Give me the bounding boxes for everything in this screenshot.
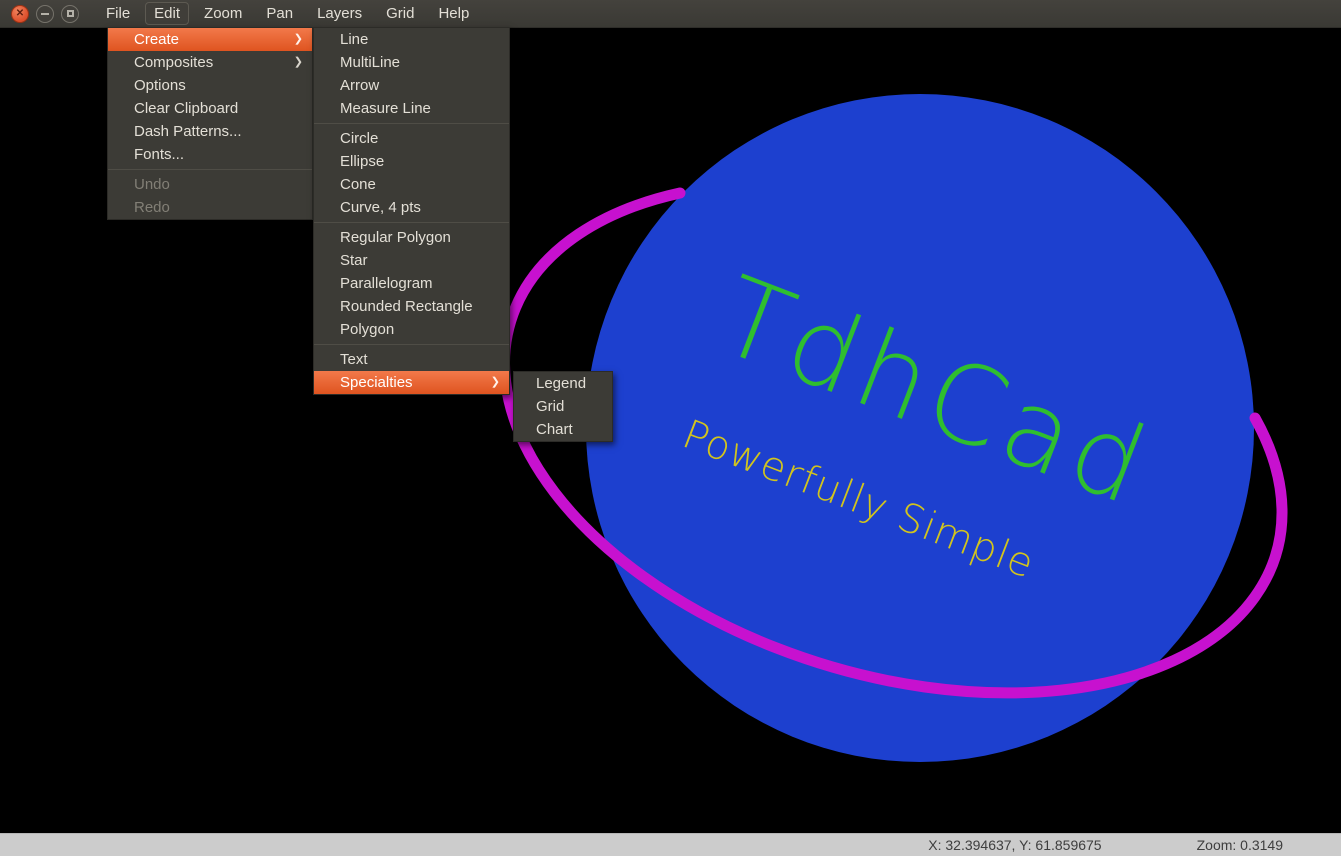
menu-separator	[314, 123, 509, 124]
close-icon: ✕	[15, 7, 25, 19]
window-controls: ✕	[0, 4, 79, 23]
menu-item-label: Grid	[536, 398, 565, 415]
menu-item-create[interactable]: Create ❯	[108, 28, 312, 51]
submenu-arrow-icon: ❯	[490, 376, 500, 388]
menu-item-label: Undo	[134, 176, 170, 193]
menu-item-label: Rounded Rectangle	[340, 298, 473, 315]
menu-item-label: Cone	[340, 176, 376, 193]
menu-item-ellipse[interactable]: Ellipse	[314, 150, 509, 173]
menubar-item-zoom[interactable]: Zoom	[195, 2, 251, 25]
statusbar: X: 32.394637, Y: 61.859675 Zoom: 0.3149	[0, 833, 1341, 856]
create-submenu-panel: Line MultiLine Arrow Measure Line Circle…	[313, 27, 510, 395]
menubar-item-file[interactable]: File	[97, 2, 139, 25]
menu-item-label: Regular Polygon	[340, 229, 451, 246]
menu-item-composites[interactable]: Composites ❯	[108, 51, 312, 74]
menubar-item-pan[interactable]: Pan	[257, 2, 302, 25]
menu-item-label: Measure Line	[340, 100, 431, 117]
menu-separator	[314, 222, 509, 223]
menu-item-options[interactable]: Options	[108, 74, 312, 97]
menu-item-circle[interactable]: Circle	[314, 127, 509, 150]
menu-item-label: Star	[340, 252, 368, 269]
submenu-arrow-icon: ❯	[293, 33, 303, 45]
menu-item-arrow[interactable]: Arrow	[314, 74, 509, 97]
minimize-button[interactable]	[36, 4, 54, 23]
menu-item-label: Redo	[134, 199, 170, 216]
menu-item-label: Clear Clipboard	[134, 100, 239, 117]
minimize-icon	[41, 12, 49, 15]
menu-item-chart[interactable]: Chart	[514, 418, 612, 441]
menu-item-label: Options	[134, 77, 186, 94]
menu-item-multiline[interactable]: MultiLine	[314, 51, 509, 74]
menu-item-regular-polygon[interactable]: Regular Polygon	[314, 226, 509, 249]
menubar-item-edit[interactable]: Edit	[145, 2, 190, 25]
menu-item-label: Dash Patterns...	[134, 123, 242, 140]
menu-item-grid[interactable]: Grid	[514, 395, 612, 418]
menu-item-cone[interactable]: Cone	[314, 173, 509, 196]
specialties-submenu-panel: Legend Grid Chart	[513, 371, 613, 442]
menu-item-measure-line[interactable]: Measure Line	[314, 97, 509, 120]
menu-separator	[108, 169, 312, 170]
menu-item-label: Line	[340, 31, 369, 48]
menu-separator	[314, 344, 509, 345]
cursor-coordinates: X: 32.394637, Y: 61.859675	[928, 837, 1102, 853]
menu-item-label: Arrow	[340, 77, 380, 94]
menu-item-specialties[interactable]: Specialties ❯	[314, 371, 509, 394]
edit-menu-panel: Create ❯ Composites ❯ Options Clear Clip…	[107, 27, 313, 220]
menu-item-label: Polygon	[340, 321, 395, 338]
maximize-button[interactable]	[61, 4, 79, 23]
menu-item-clear-clipboard[interactable]: Clear Clipboard	[108, 97, 312, 120]
submenu-arrow-icon: ❯	[293, 56, 303, 68]
menu-item-undo[interactable]: Undo	[108, 173, 312, 196]
zoom-level: Zoom: 0.3149	[1196, 837, 1283, 853]
menu-item-label: MultiLine	[340, 54, 401, 71]
menu-item-label: Text	[340, 351, 368, 368]
menu-item-star[interactable]: Star	[314, 249, 509, 272]
menu-item-label: Curve, 4 pts	[340, 199, 421, 216]
menu-item-redo[interactable]: Redo	[108, 196, 312, 219]
menu-item-polygon[interactable]: Polygon	[314, 318, 509, 341]
menu-item-label: Circle	[340, 130, 379, 147]
menu-item-label: Specialties	[340, 374, 413, 391]
menu-item-label: Legend	[536, 375, 587, 392]
menubar-item-help[interactable]: Help	[429, 2, 478, 25]
menubar-item-grid[interactable]: Grid	[377, 2, 423, 25]
menu-item-label: Ellipse	[340, 153, 385, 170]
menu-item-label: Chart	[536, 421, 573, 438]
menu-item-parallelogram[interactable]: Parallelogram	[314, 272, 509, 295]
menu-item-label: Parallelogram	[340, 275, 433, 292]
menu-item-fonts[interactable]: Fonts...	[108, 143, 312, 166]
menu-item-rounded-rectangle[interactable]: Rounded Rectangle	[314, 295, 509, 318]
menubar: ✕ File Edit Zoom Pan Layers Grid Help	[0, 0, 1341, 28]
menu-item-text[interactable]: Text	[314, 348, 509, 371]
menu-item-legend[interactable]: Legend	[514, 372, 612, 395]
menu-item-label: Composites	[134, 54, 214, 71]
menu-item-dash-patterns[interactable]: Dash Patterns...	[108, 120, 312, 143]
menu-item-label: Create	[134, 31, 180, 48]
menubar-items: File Edit Zoom Pan Layers Grid Help	[97, 2, 478, 25]
maximize-icon	[66, 10, 74, 17]
menubar-item-layers[interactable]: Layers	[308, 2, 371, 25]
close-button[interactable]: ✕	[11, 4, 29, 23]
menu-item-curve-4pts[interactable]: Curve, 4 pts	[314, 196, 509, 219]
menu-item-label: Fonts...	[134, 146, 185, 163]
menu-item-line[interactable]: Line	[314, 28, 509, 51]
